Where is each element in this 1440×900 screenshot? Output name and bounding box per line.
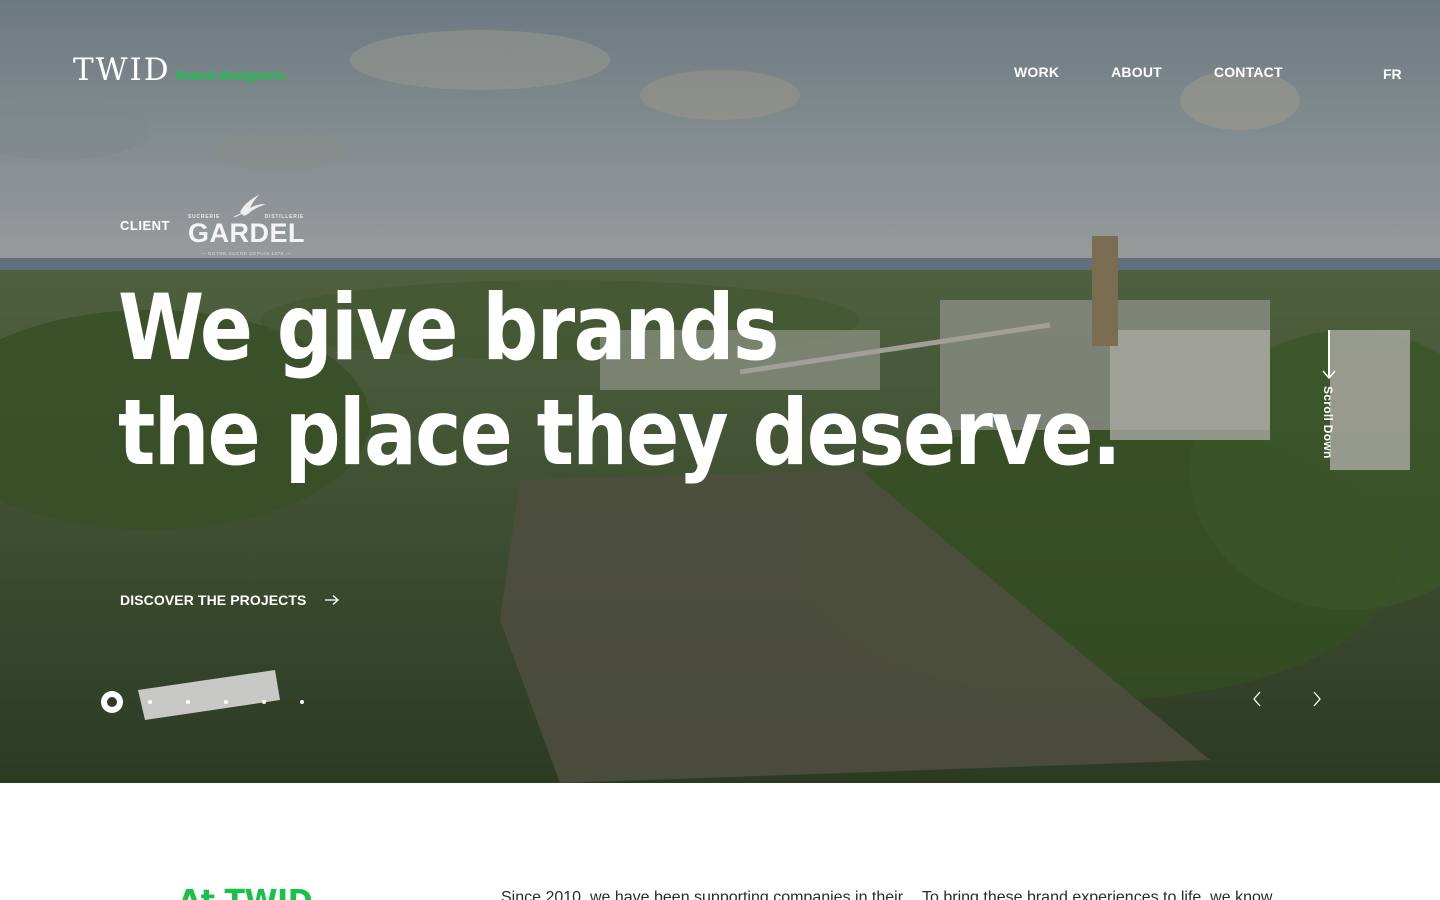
intro-paragraph-1: Since 2010, we have been supporting comp… <box>501 889 904 900</box>
arrow-down-icon <box>1322 370 1336 380</box>
hero-section: TWID brand designers. WORK ABOUT CONTACT… <box>0 0 1440 783</box>
client-logo-gardel: SUCRERIE DISTILLERIE GARDEL — NOTRE SUCR… <box>188 190 304 260</box>
main-nav: WORK ABOUT CONTACT <box>1014 64 1283 80</box>
discover-projects-button[interactable]: DISCOVER THE PROJECTS <box>120 592 340 608</box>
hero-headline-line-2: the place they deserve. <box>118 381 1122 486</box>
client-block: CLIENT SUCRERIE DISTILLERIE GARDEL — NOT… <box>120 190 304 260</box>
scroll-down-indicator[interactable]: Scroll Down <box>1318 330 1340 460</box>
scroll-down-label: Scroll Down <box>1321 386 1335 459</box>
chevron-left-icon[interactable] <box>1250 690 1264 708</box>
chevron-right-icon[interactable] <box>1310 690 1324 708</box>
slide-dot-2[interactable] <box>148 700 152 704</box>
slide-dot-4[interactable] <box>224 700 228 704</box>
slide-dot-3[interactable] <box>186 700 190 704</box>
logo-wordmark: TWID <box>73 52 171 88</box>
intro-paragraph-2: To bring these brand experiences to life… <box>922 889 1273 900</box>
intro-heading: At TWID <box>178 884 313 900</box>
client-label: CLIENT <box>120 217 170 233</box>
slide-dot-1[interactable] <box>101 691 123 713</box>
hero-headline-line-1: We give brands <box>118 276 779 381</box>
logo-tagline: brand designers. <box>175 67 289 83</box>
nav-link-about[interactable]: ABOUT <box>1111 64 1162 80</box>
site-logo[interactable]: TWID brand designers. <box>73 55 288 86</box>
client-logo-name: GARDEL <box>187 218 305 248</box>
nav-link-work[interactable]: WORK <box>1014 64 1059 80</box>
slide-dot-6[interactable] <box>300 700 304 704</box>
nav-link-contact[interactable]: CONTACT <box>1214 64 1283 80</box>
slide-dot-5[interactable] <box>262 700 266 704</box>
slider-pagination <box>101 691 304 713</box>
client-logo-motto: — NOTRE SUCRE DEPUIS 1870 — <box>201 251 291 256</box>
arrow-right-icon <box>325 595 340 605</box>
discover-projects-label: DISCOVER THE PROJECTS <box>120 592 307 608</box>
language-switch[interactable]: FR <box>1383 66 1402 82</box>
hero-headline: We give brands the place they deserve. <box>118 276 1122 486</box>
